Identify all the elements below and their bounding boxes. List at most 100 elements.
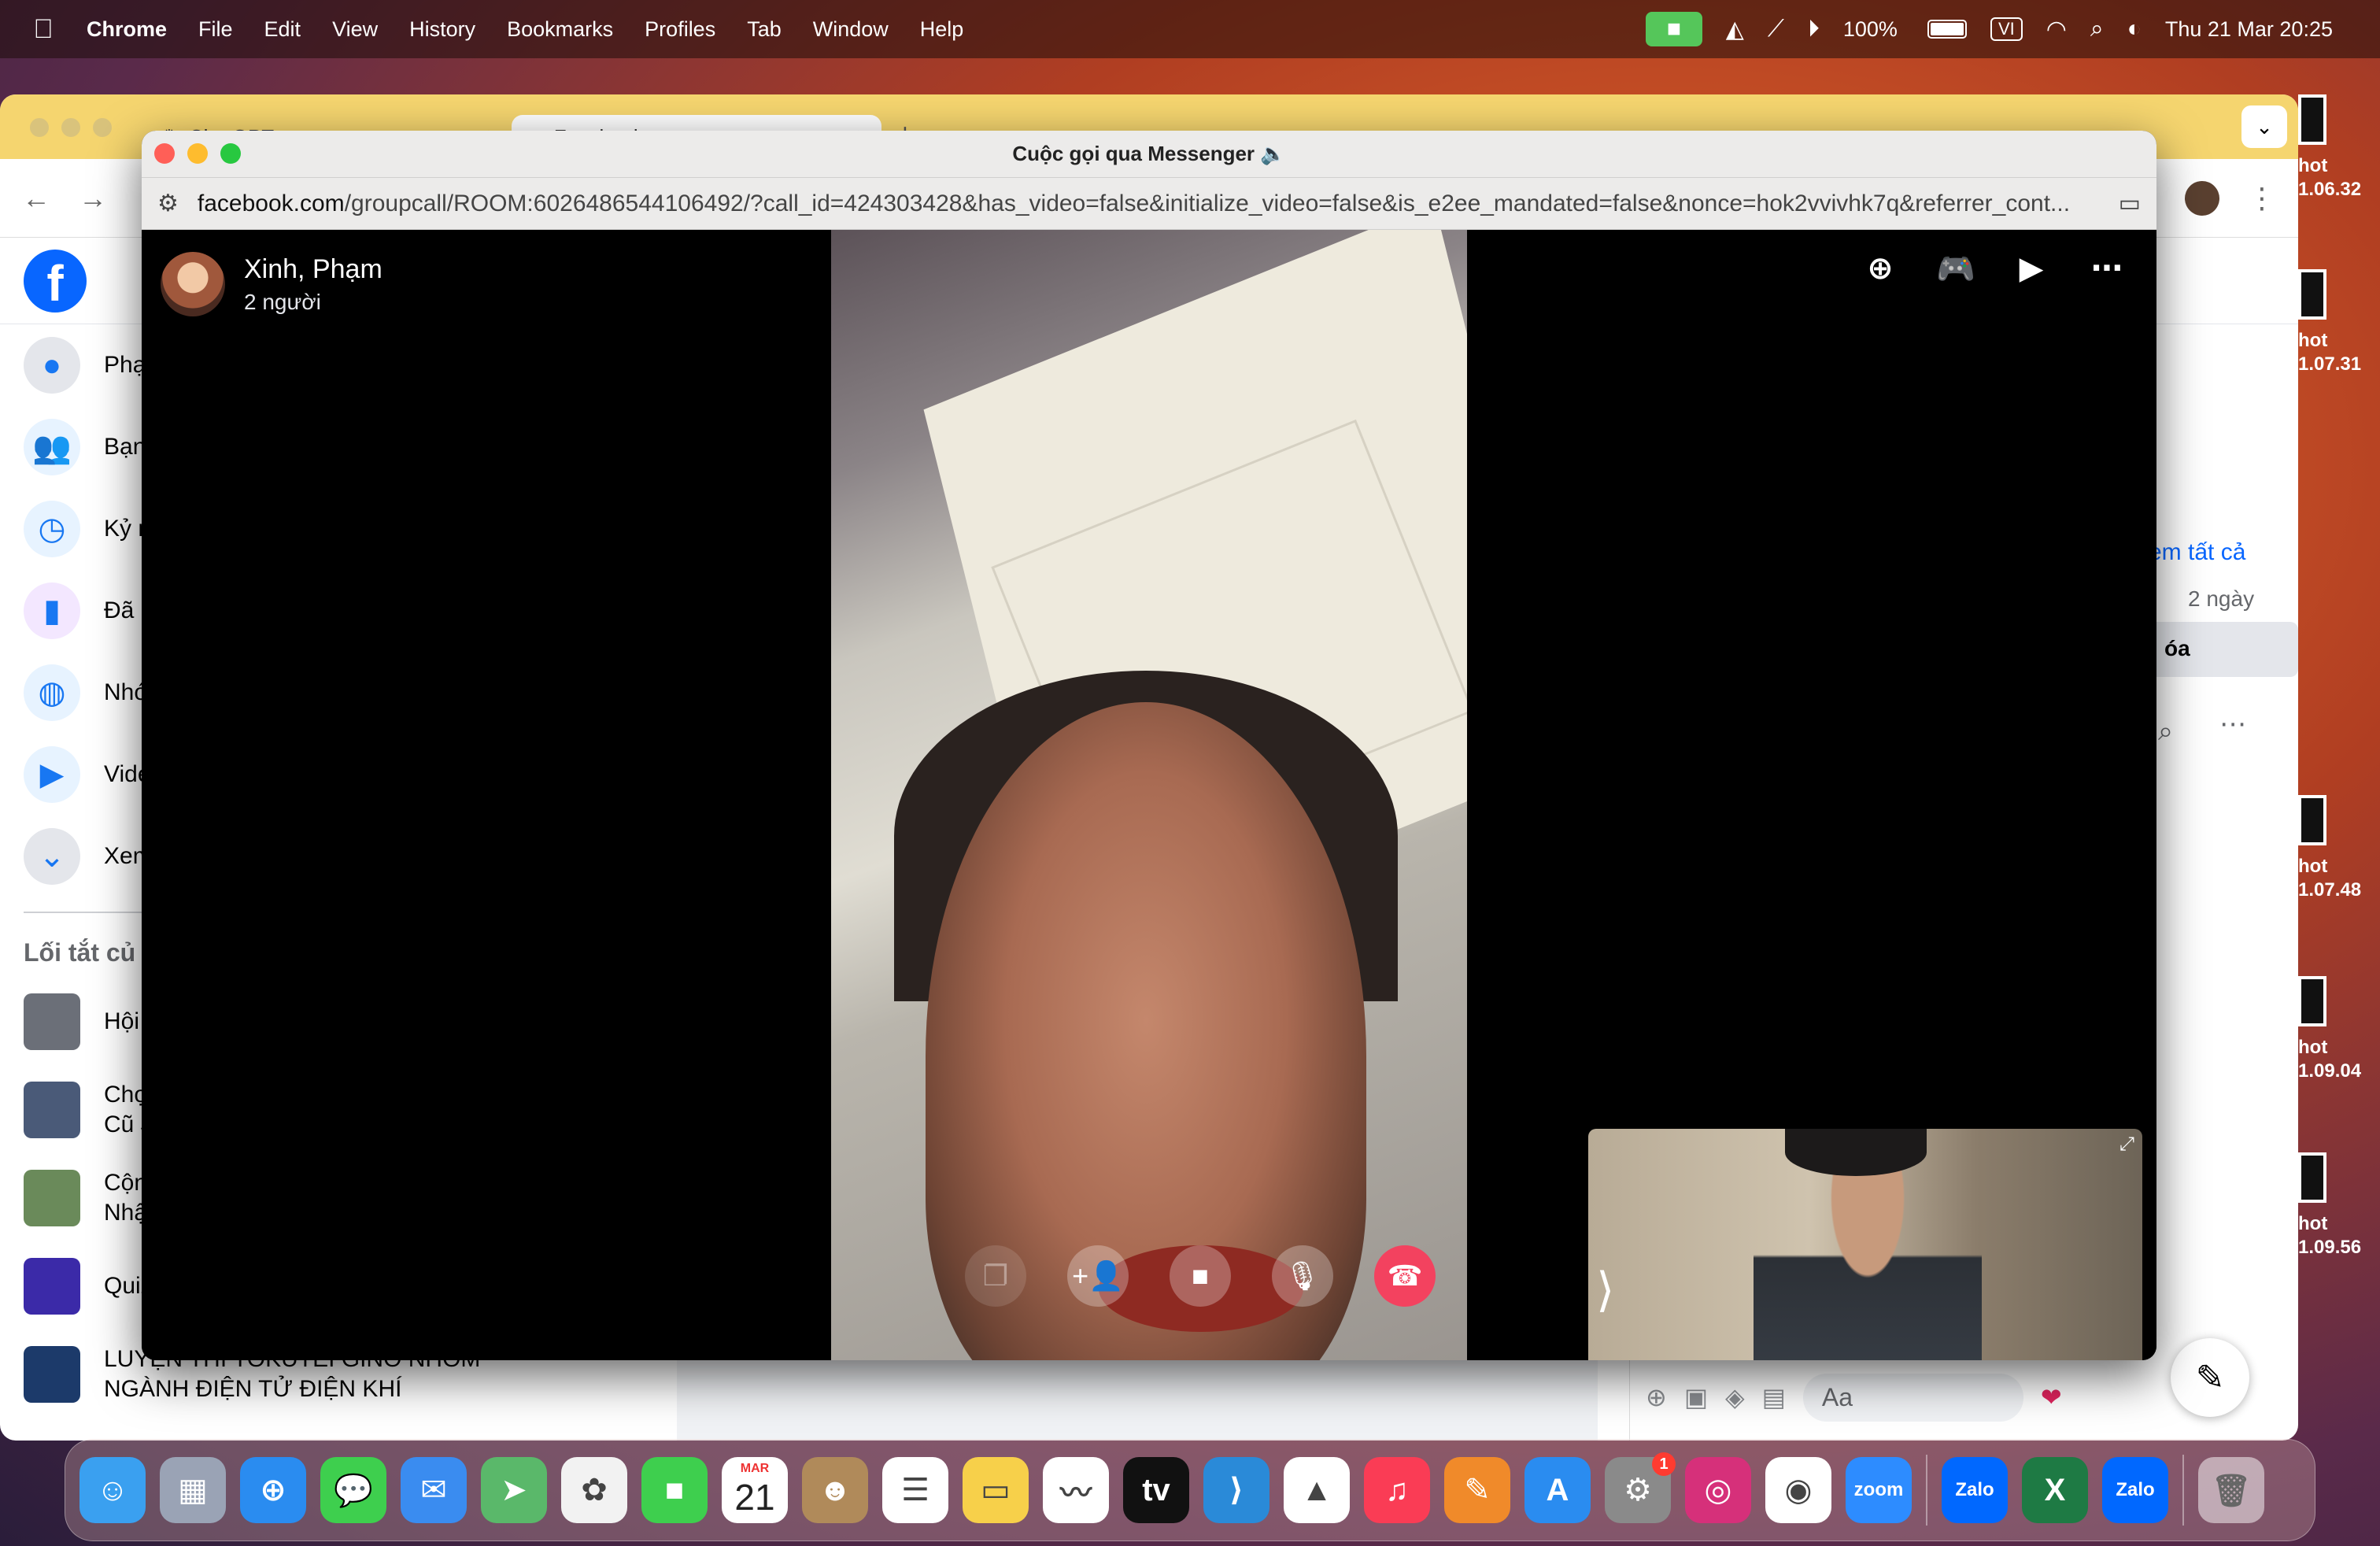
mail-icon[interactable]: ✉ xyxy=(401,1457,467,1523)
end-call-button[interactable]: ☎ xyxy=(1374,1245,1436,1307)
menu-app-name[interactable]: Chrome xyxy=(87,17,167,42)
apple-tv-icon[interactable]: tv xyxy=(1123,1457,1189,1523)
desktop-screenshot-file[interactable]: hot 1.07.48 xyxy=(2298,795,2380,902)
minimize-window-button[interactable] xyxy=(61,118,80,137)
pen-icon[interactable]: ⟋ xyxy=(1768,16,1784,43)
input-source-indicator[interactable]: VI xyxy=(1990,17,2023,41)
zalo-icon[interactable]: Zalo xyxy=(2102,1457,2168,1523)
desktop-screenshot-file[interactable]: hot 1.06.32 xyxy=(2298,94,2380,202)
notes-icon[interactable]: ▭ xyxy=(963,1457,1029,1523)
battery-icon[interactable] xyxy=(1927,20,1967,39)
spotlight-search-icon[interactable]: ⌕ xyxy=(2090,16,2104,43)
music-icon[interactable]: ♫ xyxy=(1364,1457,1430,1523)
desktop-screenshot-file[interactable]: hot 1.09.56 xyxy=(2298,1152,2380,1259)
add-person-button[interactable]: +👤 xyxy=(1067,1245,1129,1307)
image-icon[interactable]: ▣ xyxy=(1684,1382,1708,1412)
launchpad-icon[interactable]: ▦ xyxy=(160,1457,226,1523)
forward-icon[interactable]: → xyxy=(79,182,107,215)
participant-count: 2 người xyxy=(244,289,321,314)
self-video-preview[interactable]: ⟩ ⤢ xyxy=(1588,1129,2142,1360)
facebook-logo-icon[interactable]: f xyxy=(24,249,87,313)
maps-icon[interactable]: ➤ xyxy=(481,1457,547,1523)
apple-menu-icon[interactable]:  xyxy=(0,14,87,45)
drive-sync-icon[interactable]: ◭ xyxy=(1726,16,1744,43)
add-icon[interactable]: ⊕ xyxy=(1646,1382,1667,1412)
chevron-right-icon[interactable]: ⟩ xyxy=(1596,1263,1614,1318)
call-url[interactable]: facebook.com/groupcall/ROOM:602648654410… xyxy=(198,190,2100,217)
desktop-screenshot-file[interactable]: hot 1.09.04 xyxy=(2298,976,2380,1083)
back-icon[interactable]: ← xyxy=(22,182,50,215)
heart-icon[interactable]: ❤ xyxy=(2041,1382,2062,1412)
file-name: hot xyxy=(2298,330,2328,351)
app-glyph: A xyxy=(1546,1472,1569,1507)
more-options-icon[interactable]: ⋯ xyxy=(2089,250,2125,287)
zoom-icon[interactable]: zoom xyxy=(1846,1457,1912,1523)
menu-tab[interactable]: Tab xyxy=(747,17,782,42)
games-icon[interactable]: 🎮 xyxy=(1936,250,1975,287)
pages-icon[interactable]: ✎ xyxy=(1444,1457,1510,1523)
screen-share-button[interactable]: ❐ xyxy=(965,1245,1026,1307)
chrome-icon[interactable]: ◉ xyxy=(1765,1457,1831,1523)
finder-icon[interactable]: ☺ xyxy=(79,1457,146,1523)
google-drive-icon[interactable]: ▲ xyxy=(1284,1457,1350,1523)
add-icon[interactable]: ⊕ xyxy=(1862,250,1898,287)
media-play-icon[interactable]: ⏵ xyxy=(1808,16,1820,43)
calendar-icon[interactable]: MAR 21 xyxy=(722,1457,788,1523)
menubar-clock[interactable]: Thu 21 Mar 20:25 xyxy=(2165,17,2333,42)
app-store-icon[interactable]: A xyxy=(1524,1457,1591,1523)
camera-access-icon[interactable]: ▭ xyxy=(2119,190,2141,217)
close-window-button[interactable] xyxy=(30,118,49,137)
desktop-screenshot-file[interactable]: hot 1.07.31 xyxy=(2298,269,2380,376)
photos-icon[interactable]: ✿ xyxy=(561,1457,627,1523)
file-thumbnail xyxy=(2298,269,2326,320)
minimize-window-button[interactable] xyxy=(187,143,208,164)
site-settings-icon[interactable]: ⚙ xyxy=(157,190,179,217)
search-icon[interactable]: ⌕ xyxy=(2158,716,2173,747)
freeform-icon[interactable]: 〰 xyxy=(1043,1457,1109,1523)
microphone-button[interactable]: 🎙 xyxy=(1272,1245,1333,1307)
excel-icon[interactable]: X xyxy=(2022,1457,2088,1523)
see-all-link[interactable]: em tất cả xyxy=(2149,539,2245,566)
vscode-icon[interactable]: ⟩ xyxy=(1203,1457,1269,1523)
message-input[interactable]: Aa xyxy=(1802,1373,2023,1422)
menu-bookmarks[interactable]: Bookmarks xyxy=(507,17,613,42)
zoom-window-button[interactable] xyxy=(93,118,112,137)
trash-icon[interactable]: 🗑 xyxy=(2198,1457,2264,1523)
contacts-icon[interactable]: ☻ xyxy=(802,1457,868,1523)
messages-icon[interactable]: 💬 xyxy=(320,1457,386,1523)
menu-file[interactable]: File xyxy=(198,17,233,42)
zoom-window-button[interactable] xyxy=(220,143,241,164)
new-message-icon[interactable]: ✎ xyxy=(2171,1338,2249,1417)
zalo-icon[interactable]: Zalo xyxy=(1942,1457,2008,1523)
close-window-button[interactable] xyxy=(154,143,175,164)
control-center-icon[interactable]: ◐ xyxy=(2127,16,2142,43)
more-options-icon[interactable]: ⋯ xyxy=(2219,708,2246,740)
safari-icon[interactable]: ⊕ xyxy=(240,1457,306,1523)
group-thumbnail xyxy=(24,1258,80,1315)
avatar[interactable] xyxy=(161,252,225,316)
facetime-icon[interactable]: ■ xyxy=(641,1457,708,1523)
menu-view[interactable]: View xyxy=(332,17,378,42)
action-button[interactable]: óa xyxy=(2149,622,2298,677)
menu-history[interactable]: History xyxy=(409,17,475,42)
sidebar-item-label: Phạ xyxy=(104,352,146,378)
menu-help[interactable]: Help xyxy=(920,17,964,42)
menu-profiles[interactable]: Profiles xyxy=(645,17,715,42)
instagram-icon[interactable]: ◎ xyxy=(1685,1457,1751,1523)
camera-in-use-icon[interactable]: ■ xyxy=(1645,12,1702,46)
watch-together-icon[interactable]: ▶ xyxy=(2013,250,2049,287)
app-glyph: ◎ xyxy=(1704,1473,1732,1507)
news-feed-stories[interactable] xyxy=(677,1354,1598,1441)
wifi-icon[interactable]: ◠ xyxy=(2046,16,2067,43)
battery-percentage[interactable]: 100% xyxy=(1843,17,1898,42)
file-name: 1.07.48 xyxy=(2298,879,2362,901)
menu-window[interactable]: Window xyxy=(813,17,889,42)
group-thumbnail xyxy=(24,1170,80,1226)
gif-icon[interactable]: ▤ xyxy=(1762,1382,1786,1412)
camera-button[interactable]: ■ xyxy=(1170,1245,1231,1307)
sticker-icon[interactable]: ◈ xyxy=(1725,1382,1745,1412)
reminders-icon[interactable]: ☰ xyxy=(882,1457,948,1523)
expand-icon[interactable]: ⤢ xyxy=(2119,1134,2134,1156)
system-settings-icon[interactable]: ⚙ 1 xyxy=(1605,1452,1676,1523)
menu-edit[interactable]: Edit xyxy=(264,17,301,42)
